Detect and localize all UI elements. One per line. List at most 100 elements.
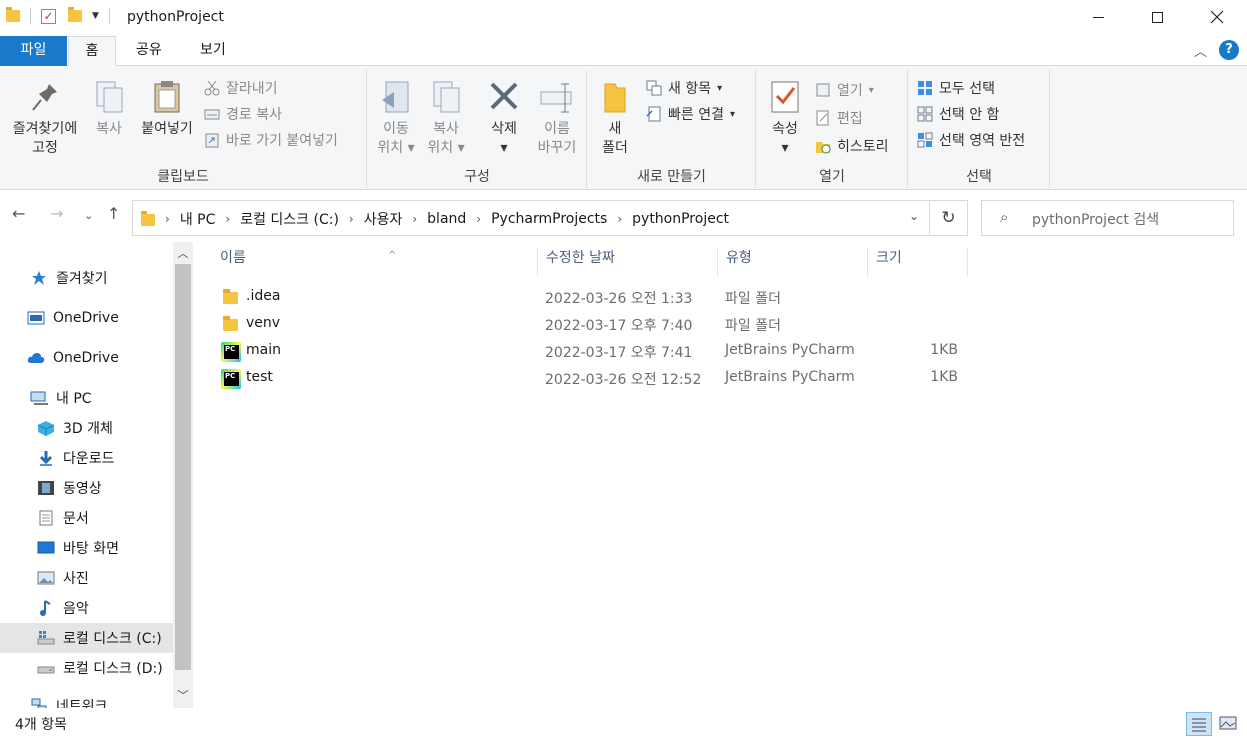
crumb-pycharmprojects[interactable]: PycharmProjects bbox=[491, 211, 607, 227]
nav-item-label: 동영상 bbox=[63, 481, 102, 497]
maximize-button[interactable] bbox=[1127, 0, 1187, 34]
close-icon bbox=[1210, 10, 1224, 24]
crumb-pythonproject[interactable]: pythonProject bbox=[632, 211, 729, 227]
scroll-thumb[interactable] bbox=[175, 264, 191, 670]
column-header-name[interactable]: 이름 ^ bbox=[212, 248, 538, 276]
select-all-button[interactable]: 모두 선택 bbox=[917, 78, 995, 98]
crumb-local-disk-c[interactable]: 로컬 디스크 (C:) bbox=[240, 209, 339, 229]
history-button[interactable]: 히스토리 bbox=[815, 136, 889, 156]
chevron-right-icon[interactable]: › bbox=[617, 212, 622, 226]
new-folder-button[interactable]: 새 폴더 bbox=[592, 78, 638, 158]
new-group: 새 폴더 새 항목 ▾ 빠른 연결 ▾ 새로 만들기 bbox=[588, 70, 756, 188]
nav-item-music[interactable]: 음악 bbox=[0, 593, 173, 623]
open-group: 속성 ▾ 열기 ▾ 편집 히스토리 열기 bbox=[757, 70, 908, 188]
file-row[interactable]: .idea 2022-03-26 오전 1:33 파일 폴더 bbox=[211, 284, 971, 311]
copy-path-button[interactable]: 경로 복사 bbox=[204, 104, 282, 124]
tab-file[interactable]: 파일 bbox=[0, 36, 67, 66]
chevron-right-icon[interactable]: › bbox=[412, 212, 417, 226]
nav-item-onedrive-2[interactable]: OneDrive bbox=[0, 343, 173, 373]
search-box[interactable]: ⌕ pythonProject 검색 bbox=[981, 200, 1234, 236]
scroll-down-arrow-icon[interactable]: ﹀ bbox=[173, 686, 193, 706]
edit-button[interactable]: 편집 bbox=[815, 108, 863, 128]
invert-selection-button[interactable]: 선택 영역 반전 bbox=[917, 130, 1025, 150]
close-button[interactable] bbox=[1187, 0, 1247, 34]
move-to-button[interactable]: 이동 위치 ▾ bbox=[374, 78, 418, 158]
pin-to-quick-access-button[interactable]: 즐겨찾기에 고정 bbox=[4, 78, 86, 158]
nav-item-desktop[interactable]: 바탕 화면 bbox=[0, 533, 173, 563]
paste-button[interactable]: 붙여넣기 bbox=[134, 78, 200, 139]
cut-button[interactable]: 잘라내기 bbox=[204, 78, 278, 98]
address-bar[interactable]: › 내 PC › 로컬 디스크 (C:) › 사용자 › bland › Pyc… bbox=[132, 200, 968, 236]
paste-shortcut-button[interactable]: 바로 가기 붙여넣기 bbox=[204, 130, 338, 150]
back-arrow-icon[interactable]: ← bbox=[12, 204, 25, 223]
file-type: JetBrains PyCharm bbox=[725, 369, 855, 385]
collapse-ribbon-icon[interactable]: ︿ bbox=[1194, 41, 1207, 60]
chevron-right-icon[interactable]: › bbox=[165, 212, 170, 226]
crumb-this-pc[interactable]: 내 PC bbox=[180, 209, 216, 229]
nav-item-videos[interactable]: 동영상 bbox=[0, 473, 173, 503]
column-header-type[interactable]: 유형 bbox=[718, 248, 868, 276]
up-arrow-icon[interactable]: ↑ bbox=[107, 204, 120, 223]
properties-check-icon bbox=[767, 78, 803, 116]
nav-pane-scrollbar[interactable]: ︿ ﹀ bbox=[173, 242, 193, 708]
column-header-date[interactable]: 수정한 날짜 bbox=[538, 248, 718, 276]
nav-item-onedrive-1[interactable]: OneDrive bbox=[0, 303, 173, 333]
select-group: 모두 선택 선택 안 함 선택 영역 반전 선택 bbox=[909, 70, 1050, 188]
crumb-users[interactable]: 사용자 bbox=[364, 209, 403, 229]
chevron-right-icon[interactable]: › bbox=[476, 212, 481, 226]
details-view-button[interactable] bbox=[1186, 712, 1212, 736]
delete-dropdown-icon[interactable]: ▾ bbox=[480, 139, 528, 158]
copy-button[interactable]: 복사 bbox=[88, 78, 130, 139]
column-header-size[interactable]: 크기 bbox=[868, 248, 968, 276]
select-none-button[interactable]: 선택 안 함 bbox=[917, 104, 999, 124]
chevron-right-icon[interactable]: › bbox=[225, 212, 230, 226]
refresh-icon[interactable]: ↻ bbox=[929, 201, 967, 235]
cut-label: 잘라내기 bbox=[226, 81, 278, 97]
copy-to-label: 복사 bbox=[433, 121, 459, 137]
file-row[interactable]: main 2022-03-17 오후 7:41 JetBrains PyChar… bbox=[211, 338, 971, 365]
properties-dropdown-icon[interactable]: ▾ bbox=[763, 139, 807, 158]
large-icons-view-button[interactable] bbox=[1216, 712, 1242, 736]
copy-path-label: 경로 복사 bbox=[226, 107, 282, 123]
properties-check-icon[interactable]: ✓ bbox=[41, 8, 56, 24]
properties-button[interactable]: 속성 ▾ bbox=[763, 78, 807, 158]
column-header-label: 이름 bbox=[220, 250, 246, 266]
open-button[interactable]: 열기 ▾ bbox=[815, 80, 874, 100]
copy-to-button[interactable]: 복사 위치 ▾ bbox=[422, 78, 470, 158]
rename-button[interactable]: 이름 바꾸기 bbox=[530, 78, 584, 158]
search-input[interactable]: pythonProject 검색 bbox=[1032, 209, 1159, 229]
address-dropdown-icon[interactable]: ⌄ bbox=[909, 209, 919, 223]
crumb-bland[interactable]: bland bbox=[427, 211, 466, 227]
minimize-button[interactable] bbox=[1068, 0, 1128, 34]
new-item-button[interactable]: 새 항목 ▾ bbox=[646, 78, 722, 98]
nav-item-documents[interactable]: 문서 bbox=[0, 503, 173, 533]
customize-qat-dropdown[interactable]: ▼ bbox=[92, 11, 99, 21]
tab-share[interactable]: 공유 bbox=[122, 36, 176, 66]
nav-item-pictures[interactable]: 사진 bbox=[0, 563, 173, 593]
select-none-label: 선택 안 함 bbox=[939, 107, 1000, 123]
nav-item-quick-access[interactable]: 즐겨찾기 bbox=[0, 263, 173, 293]
new-folder-icon[interactable] bbox=[68, 7, 82, 22]
nav-item-downloads[interactable]: 다운로드 bbox=[0, 443, 173, 473]
forward-arrow-icon[interactable]: → bbox=[50, 204, 63, 223]
chevron-right-icon[interactable]: › bbox=[349, 212, 354, 226]
file-size: 1KB bbox=[930, 342, 958, 358]
scroll-up-arrow-icon[interactable]: ︿ bbox=[173, 244, 193, 264]
tab-view[interactable]: 보기 bbox=[186, 36, 240, 66]
file-row[interactable]: venv 2022-03-17 오후 7:40 파일 폴더 bbox=[211, 311, 971, 338]
nav-item-local-disk-d[interactable]: 로컬 디스크 (D:) bbox=[0, 653, 173, 683]
new-folder-label: 새 bbox=[608, 121, 622, 137]
nav-item-network[interactable]: 네트워크 bbox=[0, 691, 173, 708]
nav-item-this-pc[interactable]: 내 PC bbox=[0, 383, 173, 413]
tab-home[interactable]: 홈 bbox=[68, 36, 116, 67]
delete-button[interactable]: 삭제 ▾ bbox=[480, 78, 528, 158]
column-header-label: 유형 bbox=[726, 250, 752, 266]
rename-icon bbox=[539, 78, 575, 116]
file-row[interactable]: test 2022-03-26 오전 12:52 JetBrains PyCha… bbox=[211, 365, 971, 392]
easy-access-button[interactable]: 빠른 연결 ▾ bbox=[646, 104, 735, 124]
nav-item-local-disk-c[interactable]: 로컬 디스크 (C:) bbox=[0, 623, 173, 653]
nav-item-3d-objects[interactable]: 3D 개체 bbox=[0, 413, 173, 443]
recent-locations-chevron-icon[interactable]: ⌄ bbox=[84, 209, 93, 222]
help-icon[interactable]: ? bbox=[1219, 40, 1239, 60]
windows-drive-icon bbox=[37, 630, 55, 646]
